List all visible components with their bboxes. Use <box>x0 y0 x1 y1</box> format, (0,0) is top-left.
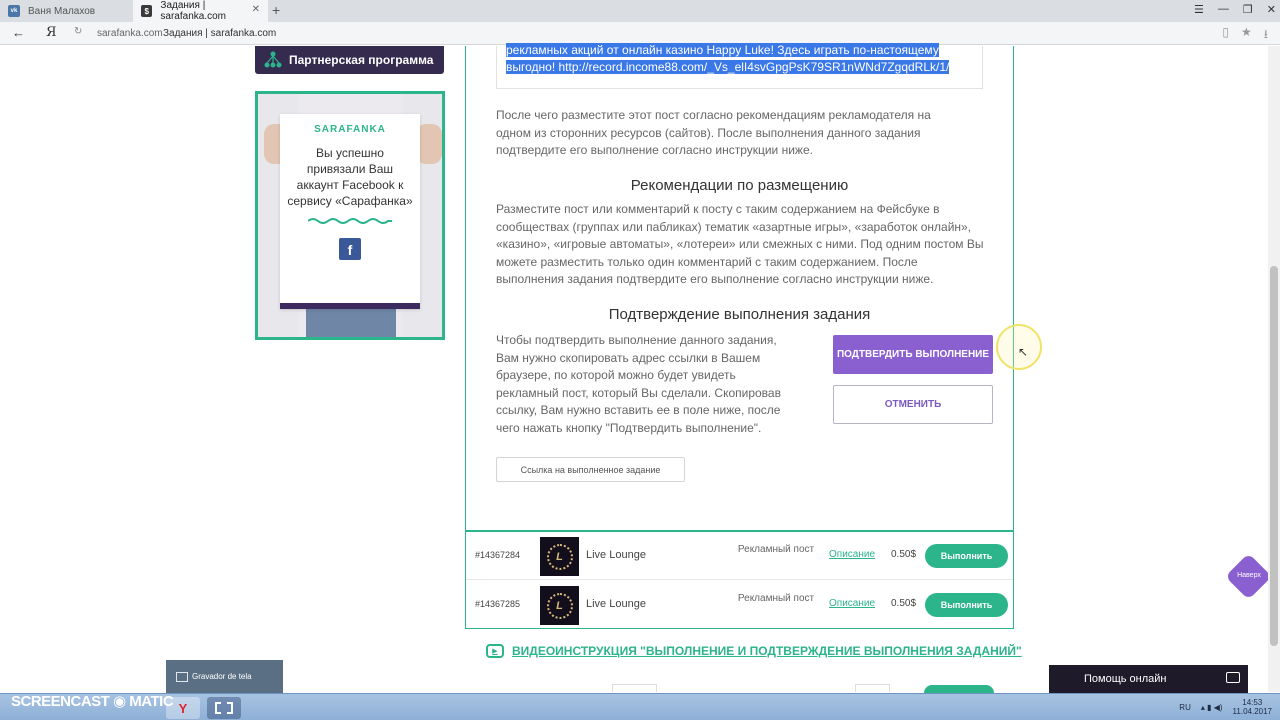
partial-row <box>465 684 1014 693</box>
bookmark-icon[interactable]: ▯ <box>1222 25 1229 46</box>
clock-date: 11.04.2017 <box>1232 707 1272 716</box>
url-title[interactable]: Задания | sarafanka.com <box>163 28 276 39</box>
minimize-icon[interactable]: — <box>1218 3 1229 16</box>
screencast-logo: SCREENCAST ◉ MATIC <box>11 693 174 710</box>
tab-sarafanka[interactable]: $ Задания | sarafanka.com ✕ <box>133 0 268 22</box>
video-instruction-label: ВИДЕОИНСТРУКЦИЯ "ВЫПОЛНЕНИЕ И ПОДТВЕРЖДЕ… <box>512 644 1022 658</box>
screencast-recorded-label: RECORDED WITH <box>11 682 75 689</box>
partial-field <box>612 684 657 692</box>
task-description-link[interactable]: Описание <box>829 598 875 609</box>
tab-label: Ваня Малахов <box>28 5 96 17</box>
lounge-ring-icon: L <box>546 543 573 570</box>
task-price: 0.50$ <box>891 598 917 609</box>
table-row: #14367285 L Live Lounge Рекламный пост О… <box>466 581 1013 629</box>
banner-message: Вы успешно привязали Ваш аккаунт Faceboo… <box>287 146 413 208</box>
language-indicator[interactable]: RU <box>1179 703 1191 712</box>
download-icon[interactable]: ⭳ <box>1264 25 1268 46</box>
confirm-button[interactable]: ПОДТВЕРДИТЬ ВЫПОЛНЕНИЕ <box>833 335 993 374</box>
page-scrollbar[interactable] <box>1268 46 1280 692</box>
scroll-up-label[interactable]: Наверх <box>1233 572 1265 579</box>
youtube-play-icon: ▶ <box>486 644 504 658</box>
star-icon[interactable]: ★ <box>1241 25 1252 46</box>
task-name: Live Lounge <box>586 598 646 610</box>
post-text-selected[interactable]: рекламных акций от онлайн казино Happy L… <box>506 42 976 76</box>
chat-icon <box>1226 672 1240 683</box>
task-name: Live Lounge <box>586 549 646 561</box>
scrollbar-thumb[interactable] <box>1270 266 1278 646</box>
banner-jeans <box>306 304 396 337</box>
post-text-content: рекламных акций от онлайн казино Happy L… <box>506 43 950 74</box>
clock-time: 14:53 <box>1242 698 1263 707</box>
confirmation-title: Подтверждение выполнения задания <box>608 306 871 323</box>
task-list: #14367284 L Live Lounge Рекламный пост О… <box>465 531 1014 629</box>
task-id: #14367284 <box>475 550 521 560</box>
live-lounge-logo: L <box>540 537 579 576</box>
recommendations-title: Рекомендации по размещению <box>630 177 849 194</box>
lounge-ring-icon: L <box>546 592 573 619</box>
mouse-cursor-icon: ↖ <box>1018 345 1029 359</box>
table-row: #14367284 L Live Lounge Рекламный пост О… <box>466 532 1013 580</box>
tab-vk[interactable]: vk Ваня Малахов <box>0 0 130 22</box>
link-input[interactable]: Ссылка на выполненное задание <box>496 457 685 482</box>
cancel-button[interactable]: ОТМЕНИТЬ <box>833 385 993 424</box>
task-price: 0.50$ <box>891 549 917 560</box>
sarafanka-logo: SARAFANKA <box>314 124 386 135</box>
banner-card: SARAFANKA Вы успешно привязали Ваш аккау… <box>280 114 420 309</box>
partner-program-button[interactable]: Партнерская программа <box>255 46 444 74</box>
partial-button[interactable] <box>924 685 994 693</box>
confirmation-text: Чтобы подтвердить выполнение данного зад… <box>496 333 781 435</box>
screen-recorder-button[interactable]: Gravador de tela <box>166 660 283 693</box>
s-icon: $ <box>141 5 153 17</box>
execute-button[interactable]: Выполнить <box>925 593 1008 617</box>
system-tray: RU ▴ ▮ ◀) 14:53 11.04.2017 <box>1179 698 1272 716</box>
new-tab-icon[interactable]: + <box>272 2 280 18</box>
partner-program-label: Партнерская программа <box>289 53 434 67</box>
clock[interactable]: 14:53 11.04.2017 <box>1233 698 1272 716</box>
task-type: Рекламный пост <box>737 593 815 604</box>
vk-icon: vk <box>8 5 20 17</box>
card-strip <box>280 303 420 309</box>
task-description-link[interactable]: Описание <box>829 549 875 560</box>
wave-decoration <box>307 218 392 224</box>
help-online-label: Помощь онлайн <box>1084 673 1167 685</box>
menu-icon[interactable]: ☰ <box>1194 3 1204 16</box>
live-lounge-logo: L <box>540 586 579 625</box>
facebook-icon: f <box>339 238 361 260</box>
recorder-taskbar-icon[interactable] <box>207 697 241 719</box>
task-type: Рекламный пост <box>737 544 815 555</box>
recommendations-text: Разместите пост или комментарий к посту … <box>496 202 984 286</box>
video-instruction-link[interactable]: ▶ ВИДЕОИНСТРУКЦИЯ "ВЫПОЛНЕНИЕ И ПОДТВЕРЖ… <box>486 644 1022 658</box>
restore-icon[interactable]: ❐ <box>1243 3 1253 16</box>
yandex-icon[interactable]: Я <box>46 25 57 40</box>
facebook-linked-banner: SARAFANKA Вы успешно привязали Ваш аккау… <box>255 91 445 340</box>
after-post-instruction: После чего разместите этот пост согласно… <box>496 108 931 157</box>
close-tab-icon[interactable]: ✕ <box>252 4 260 15</box>
task-id: #14367285 <box>475 599 521 609</box>
windows-taskbar: Y RU ▴ ▮ ◀) 14:53 11.04.2017 <box>0 693 1280 720</box>
network-icon <box>264 51 282 68</box>
partial-field <box>855 684 890 692</box>
address-icons: ▯ ★ ⭳ <box>1222 25 1268 46</box>
window-controls: ☰ — ❐ ✕ <box>1194 3 1276 16</box>
execute-button[interactable]: Выполнить <box>925 544 1008 568</box>
reload-icon[interactable]: ↻ <box>74 26 82 37</box>
tab-strip: vk Ваня Малахов $ Задания | sarafanka.co… <box>0 0 1280 22</box>
url-domain[interactable]: sarafanka.com <box>97 28 163 39</box>
back-arrow-icon[interactable]: ← <box>12 25 25 40</box>
help-online-widget[interactable]: Помощь онлайн <box>1049 665 1248 693</box>
tray-icons: ▴ ▮ ◀) <box>1200 702 1223 712</box>
close-window-icon[interactable]: ✕ <box>1267 3 1276 16</box>
